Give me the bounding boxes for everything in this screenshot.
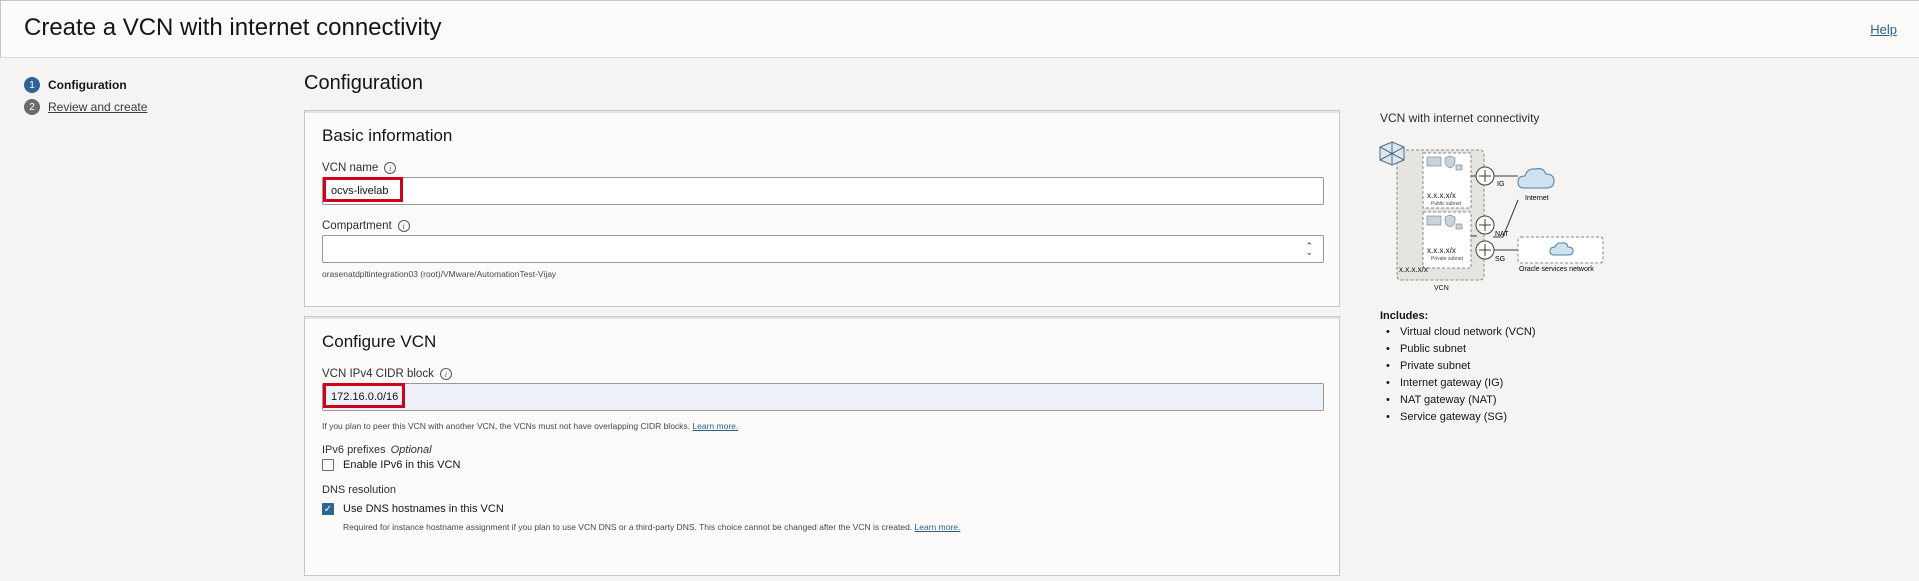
cidr-hint: If you plan to peer this VCN with anothe…: [322, 421, 738, 431]
ipv6-checkbox-row[interactable]: Enable IPv6 in this VCN: [322, 459, 460, 471]
vcn-diagram: x.x.x.x/x Public subnet x.x.x.x/x Privat…: [1379, 141, 1604, 292]
private-subnet-label: Private subnet: [1431, 256, 1464, 262]
cidr-label-text: VCN IPv4 CIDR block: [322, 368, 434, 380]
dns-hint-text: Required for instance hostname assignmen…: [343, 522, 913, 532]
ig-router-icon: [1475, 166, 1495, 186]
oracle-services-label: Oracle services network: [1519, 266, 1594, 273]
includes-title: Includes:: [1380, 310, 1429, 322]
list-item: Public subnet: [1400, 340, 1536, 357]
vcn-hub-icon: [1379, 141, 1405, 166]
vcn-name-label-text: VCN name: [322, 162, 379, 174]
shield-icon: [1444, 214, 1456, 228]
vcn-name-highlight: [323, 177, 403, 202]
step-label[interactable]: Review and create: [48, 100, 147, 114]
vcn-name-label: VCN name i: [322, 162, 397, 174]
configure-vcn-panel: Configure VCN VCN IPv4 CIDR block i 172.…: [304, 316, 1340, 576]
firewall-icon: [1426, 215, 1442, 226]
info-icon[interactable]: i: [397, 220, 410, 232]
firewall-icon: [1426, 156, 1442, 167]
vcn-name-input[interactable]: ocvs-livelab: [322, 177, 1324, 205]
learn-more-link[interactable]: Learn more.: [692, 421, 738, 431]
internet-label: Internet: [1525, 195, 1549, 202]
dns-label: DNS resolution: [322, 484, 396, 496]
nat-label: NAT: [1495, 231, 1509, 238]
dns-label-text: DNS resolution: [322, 484, 396, 496]
shield-icon: [1444, 155, 1456, 169]
ipv6-checkbox[interactable]: [322, 459, 334, 471]
ig-label: IG: [1497, 181, 1504, 188]
select-caret-icon: ⌃ ⌄: [1305, 241, 1313, 257]
list-item: Internet gateway (IG): [1400, 374, 1536, 391]
step-review-and-create[interactable]: 2 Review and create: [24, 96, 147, 118]
cidr-hint-text: If you plan to peer this VCN with anothe…: [322, 421, 691, 431]
sg-router-icon: [1475, 240, 1495, 260]
public-subnet-label: Public subnet: [1431, 201, 1462, 207]
info-icon[interactable]: i: [439, 368, 452, 380]
step-label: Configuration: [48, 78, 127, 92]
compartment-label-text: Compartment: [322, 220, 392, 232]
panel-title: Basic information: [322, 126, 453, 145]
dns-checkbox-label: Use DNS hostnames in this VCN: [343, 503, 504, 515]
compartment-label: Compartment i: [322, 220, 410, 232]
section-title: Configuration: [304, 72, 423, 94]
wizard-steps: 1 Configuration 2 Review and create: [24, 74, 147, 118]
compartment-path: orasenatdpltintegration03 (root)/VMware/…: [322, 269, 557, 279]
nat-router-icon: [1475, 215, 1495, 235]
lock-icon: [1455, 164, 1463, 171]
vcn-cidr: x.x.x.x/x: [1399, 265, 1428, 274]
cidr-label: VCN IPv4 CIDR block i: [322, 368, 452, 380]
sg-label: SG: [1495, 256, 1505, 263]
step-configuration[interactable]: 1 Configuration: [24, 74, 147, 96]
dns-checkbox[interactable]: ✓: [322, 503, 334, 515]
step-number: 1: [24, 77, 40, 93]
list-item: Private subnet: [1400, 357, 1536, 374]
includes-list: Virtual cloud network (VCN) Public subne…: [1400, 323, 1536, 425]
learn-more-link[interactable]: Learn more.: [915, 522, 961, 532]
ipv6-label: IPv6 prefixes Optional: [322, 444, 432, 456]
help-link[interactable]: Help: [1870, 22, 1897, 37]
step-number: 2: [24, 99, 40, 115]
private-cidr: x.x.x.x/x: [1427, 246, 1456, 255]
page-header: Create a VCN with internet connectivity …: [0, 0, 1919, 58]
list-item: Virtual cloud network (VCN): [1400, 323, 1536, 340]
diagram-title: VCN with internet connectivity: [1380, 111, 1540, 125]
ipv6-label-text: IPv6 prefixes: [322, 444, 386, 456]
basic-information-panel: Basic information VCN name i ocvs-livela…: [304, 110, 1340, 307]
list-item: Service gateway (SG): [1400, 408, 1536, 425]
list-item: NAT gateway (NAT): [1400, 391, 1536, 408]
ipv6-checkbox-label: Enable IPv6 in this VCN: [343, 459, 461, 471]
vcn-label: VCN: [1434, 285, 1449, 292]
public-cidr: x.x.x.x/x: [1427, 191, 1456, 200]
compartment-select[interactable]: ⌃ ⌄: [322, 235, 1324, 263]
info-icon[interactable]: i: [384, 162, 397, 174]
dns-checkbox-row[interactable]: ✓ Use DNS hostnames in this VCN: [322, 503, 504, 515]
optional-tag: Optional: [390, 444, 432, 456]
cidr-highlight: [323, 383, 405, 408]
dns-hint: Required for instance hostname assignmen…: [343, 522, 960, 532]
lock-icon: [1455, 223, 1463, 230]
cidr-input[interactable]: 172.16.0.0/16: [322, 383, 1324, 411]
page-title: Create a VCN with internet connectivity: [24, 14, 442, 41]
internet-cloud-icon: [1517, 168, 1555, 189]
panel-title: Configure VCN: [322, 332, 437, 351]
